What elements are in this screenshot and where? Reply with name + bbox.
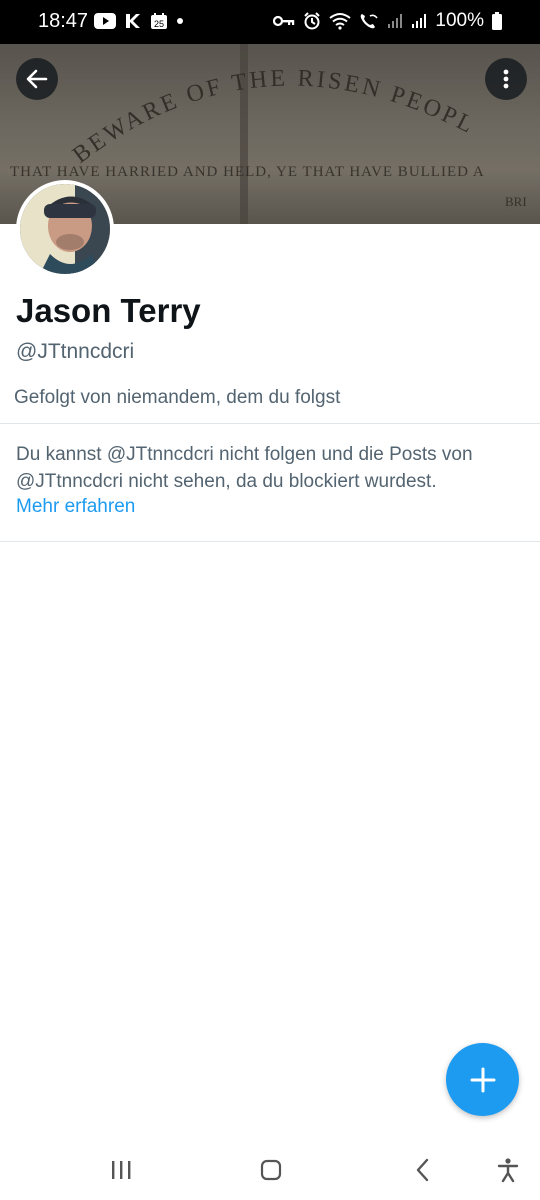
avatar-image <box>20 184 110 274</box>
divider <box>0 541 540 542</box>
alarm-icon <box>303 12 321 30</box>
vpn-key-icon <box>273 14 295 28</box>
kick-icon <box>124 12 142 30</box>
accessibility-button[interactable] <box>493 1158 523 1183</box>
signal-icon <box>387 13 403 29</box>
back-button[interactable] <box>16 58 58 100</box>
recent-apps-icon <box>112 1161 131 1179</box>
display-name: Jason Terry <box>16 292 201 329</box>
chevron-left-icon <box>416 1158 429 1182</box>
banner-text-2: THAT HAVE HARRIED AND HELD, YE THAT HAVE… <box>10 164 485 180</box>
banner-text-3: BRI <box>505 194 527 209</box>
arrow-left-icon <box>26 69 48 89</box>
home-icon <box>260 1159 282 1181</box>
user-handle: @JTtnncdcri <box>16 340 135 363</box>
system-back-button[interactable] <box>408 1158 438 1182</box>
system-navigation-bar <box>0 1140 540 1200</box>
signal-icon <box>411 13 427 29</box>
blocked-message: Du kannst @JTtnncdcri nicht folgen und d… <box>16 444 473 492</box>
avatar[interactable] <box>16 180 114 278</box>
wifi-icon <box>329 12 352 30</box>
home-button[interactable] <box>256 1158 286 1182</box>
plus-icon <box>470 1067 495 1092</box>
wifi-call-icon <box>359 12 379 30</box>
system-icons: 100% <box>273 10 502 32</box>
battery-percent: 100% <box>435 10 484 31</box>
calendar-icon: 25 <box>150 12 168 30</box>
more-options-button[interactable] <box>485 58 527 100</box>
learn-more-link[interactable]: Mehr erfahren <box>16 496 135 518</box>
notification-icons: 25 <box>94 12 184 30</box>
accessibility-icon <box>497 1158 519 1183</box>
status-bar: 18:47 25 100% <box>0 0 540 44</box>
battery-icon <box>492 12 502 30</box>
recent-apps-button[interactable] <box>106 1158 136 1182</box>
svg-text:25: 25 <box>154 19 164 29</box>
followed-by-text: Gefolgt von niemandem, dem du folgst <box>14 387 341 408</box>
youtube-icon <box>94 13 116 29</box>
status-time: 18:47 <box>38 10 89 32</box>
more-vertical-icon <box>503 69 509 89</box>
compose-button[interactable] <box>446 1043 519 1116</box>
divider <box>0 423 540 424</box>
dot-icon <box>176 17 184 25</box>
